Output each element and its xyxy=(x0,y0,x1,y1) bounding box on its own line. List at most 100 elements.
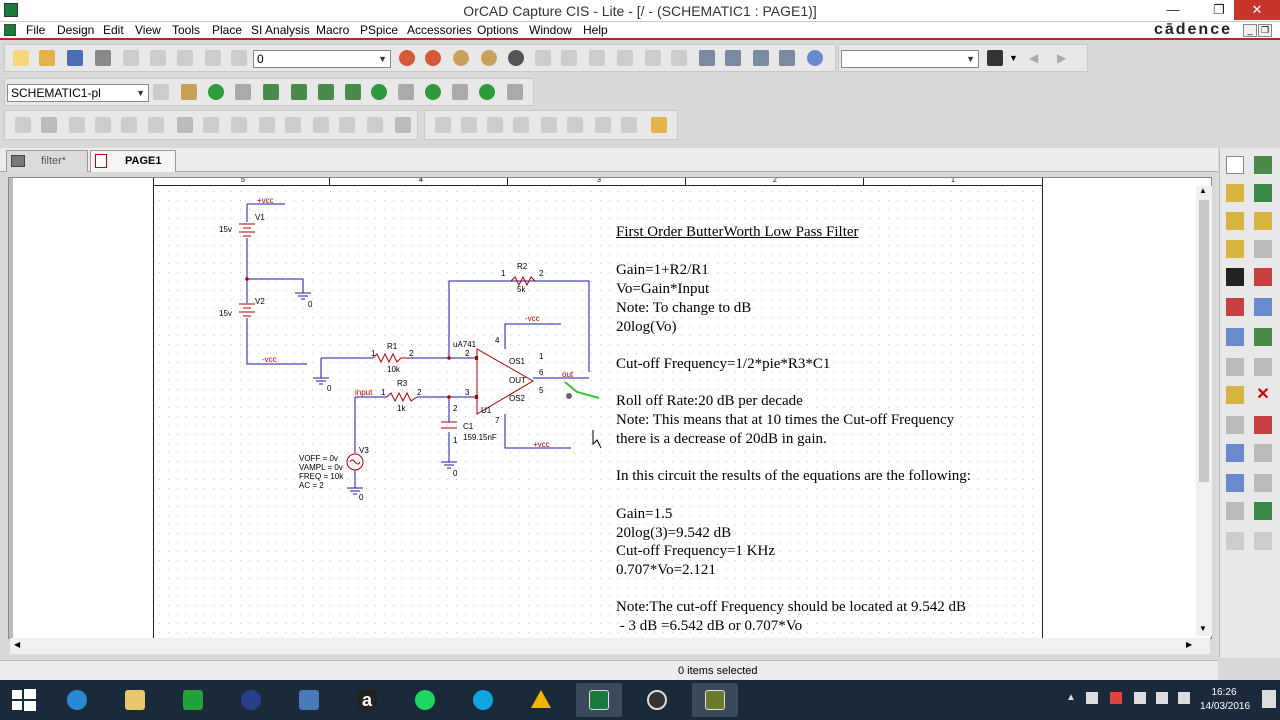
scroll-left-icon[interactable]: ◀ xyxy=(14,640,20,649)
value-v1[interactable]: 15v xyxy=(219,225,232,234)
close-button[interactable]: ✕ xyxy=(1234,0,1280,20)
taskbar-clock[interactable]: 16:26 14/03/2016 xyxy=(1200,686,1250,714)
align-center-icon[interactable] xyxy=(461,117,477,133)
param-vampl[interactable]: VAMPL = 0v xyxy=(299,463,343,472)
tool-l-icon[interactable] xyxy=(313,117,329,133)
note-line[interactable]: 0.707*Vo=2.121 xyxy=(616,562,716,579)
line-icon[interactable] xyxy=(1226,416,1244,434)
notifications-icon[interactable] xyxy=(1262,690,1276,708)
hier-block-icon[interactable] xyxy=(1254,328,1272,346)
snap-grid-icon[interactable] xyxy=(699,50,715,66)
net-label-vcc-pos[interactable]: +vcc xyxy=(533,440,550,449)
area-select-icon[interactable] xyxy=(725,50,741,66)
note-line[interactable]: Vo=Gain*Input xyxy=(616,281,709,298)
zoom-out-icon[interactable] xyxy=(425,50,441,66)
tool-m-icon[interactable] xyxy=(339,117,355,133)
net-label-vcc-neg[interactable]: -vcc xyxy=(262,355,277,364)
scroll-thumb[interactable] xyxy=(1199,200,1209,482)
obs-taskbar-button[interactable] xyxy=(634,683,680,717)
menu-tools[interactable]: Tools xyxy=(172,23,200,37)
place-part-icon[interactable] xyxy=(1254,156,1272,174)
note-line[interactable]: Cut-off Frequency=1 KHz xyxy=(616,543,775,560)
paste-icon[interactable] xyxy=(177,50,193,66)
ie-taskbar-button[interactable] xyxy=(54,683,100,717)
menu-si-analysis[interactable]: SI Analysis xyxy=(251,23,310,37)
undo-icon[interactable] xyxy=(205,50,221,66)
scroll-up-icon[interactable]: ▲ xyxy=(1199,186,1207,195)
menu-place[interactable]: Place xyxy=(212,23,242,37)
place-text-icon[interactable] xyxy=(1226,386,1244,404)
power-marker-icon[interactable] xyxy=(345,84,361,100)
voltage-toggle-icon[interactable] xyxy=(398,84,414,100)
scroll-right-icon[interactable]: ▶ xyxy=(1186,640,1192,649)
align-top-icon[interactable] xyxy=(513,117,529,133)
horizontal-scrollbar[interactable]: ◀ ▶ xyxy=(10,638,1210,654)
save-icon[interactable] xyxy=(67,50,83,66)
ref-c1[interactable]: C1 xyxy=(463,422,473,431)
note-line[interactable]: Cut-off Frequency=1/2*pie*R3*C1 xyxy=(616,356,830,373)
search-combo[interactable]: ▼ xyxy=(841,50,979,68)
power-icon[interactable] xyxy=(1226,298,1244,316)
ref-u1[interactable]: U1 xyxy=(481,406,491,415)
junction-icon[interactable] xyxy=(1254,268,1272,286)
place-net-icon[interactable] xyxy=(1254,184,1272,202)
misc-tool-icon[interactable] xyxy=(1254,532,1272,550)
tool-g-icon[interactable] xyxy=(177,117,193,133)
tool-a-icon[interactable] xyxy=(15,117,31,133)
ellipse-icon[interactable] xyxy=(1254,444,1272,462)
open-icon[interactable] xyxy=(39,50,55,66)
pspice-taskbar-button[interactable] xyxy=(692,683,738,717)
volume-icon[interactable] xyxy=(1178,692,1190,704)
voltage-marker-icon[interactable] xyxy=(263,84,279,100)
tool-k-icon[interactable] xyxy=(285,117,301,133)
tab-filter[interactable]: filter* xyxy=(6,150,88,172)
net-label-vcc-top[interactable]: +vcc xyxy=(257,196,274,205)
ref-v2[interactable]: V2 xyxy=(255,297,265,306)
network-icon[interactable] xyxy=(1156,692,1168,704)
note-line[interactable]: - 3 dB =6.542 dB or 0.707*Vo xyxy=(616,618,802,635)
simulation-profile-combo[interactable]: SCHEMATIC1-pl ▼ xyxy=(7,84,149,102)
cross-ref-icon[interactable] xyxy=(645,50,661,66)
note-line[interactable]: In this circuit the results of the equat… xyxy=(616,468,971,485)
tool-c-icon[interactable] xyxy=(69,117,85,133)
tool-h-icon[interactable] xyxy=(203,117,219,133)
tool-d-icon[interactable] xyxy=(95,117,111,133)
minimize-button[interactable]: — xyxy=(1158,0,1188,20)
spotify-taskbar-button[interactable] xyxy=(402,683,448,717)
part-value-ua741[interactable]: uA741 xyxy=(453,340,476,349)
copy-icon[interactable] xyxy=(150,50,166,66)
zoom-in-icon[interactable] xyxy=(399,50,415,66)
run-icon[interactable] xyxy=(208,84,224,100)
mdi-restore-button[interactable]: ❐ xyxy=(1258,24,1272,37)
hier-pin-icon[interactable] xyxy=(1254,358,1272,376)
param-voff[interactable]: VOFF = 0v xyxy=(299,454,338,463)
store-taskbar-button[interactable] xyxy=(170,683,216,717)
help-icon[interactable] xyxy=(807,50,823,66)
zoom-all-icon[interactable] xyxy=(481,50,497,66)
menu-edit[interactable]: Edit xyxy=(103,23,124,37)
new-icon[interactable] xyxy=(13,50,29,66)
drive-taskbar-button[interactable] xyxy=(518,683,564,717)
bus-icon[interactable] xyxy=(1226,240,1244,258)
note-line[interactable]: Note: To change to dB xyxy=(616,300,751,317)
value-r2[interactable]: 5k xyxy=(517,285,525,294)
no-connect-icon[interactable]: ✕ xyxy=(1254,386,1272,404)
align-left-icon[interactable] xyxy=(435,117,451,133)
find-next-icon[interactable]: ▶ xyxy=(1057,51,1066,65)
distribute-v-icon[interactable] xyxy=(621,117,637,133)
note-line[interactable]: Gain=1+R2/R1 xyxy=(616,262,709,279)
bias-current-icon[interactable] xyxy=(425,84,441,100)
schematic-canvas[interactable]: 5 4 3 2 1 +vcc V1 15v V2 15v 0 -vcc R2 5… xyxy=(8,177,1212,639)
calculator-taskbar-button[interactable] xyxy=(228,683,274,717)
param-ac[interactable]: AC = 2 xyxy=(299,481,324,490)
current-toggle-icon[interactable] xyxy=(452,84,468,100)
tool-o-icon[interactable] xyxy=(395,117,411,133)
ref-r3[interactable]: R3 xyxy=(397,379,407,388)
place-wire-icon[interactable] xyxy=(1226,184,1244,202)
note-line[interactable]: Note: This means that at 10 times the Cu… xyxy=(616,412,954,429)
note-line[interactable]: there is a decrease of 20dB in gain. xyxy=(616,431,827,448)
net-label-input[interactable]: input xyxy=(355,388,372,397)
rectangle-icon[interactable] xyxy=(1226,444,1244,462)
tray-c-icon[interactable] xyxy=(1134,692,1146,704)
off-page-icon[interactable] xyxy=(1226,328,1244,346)
